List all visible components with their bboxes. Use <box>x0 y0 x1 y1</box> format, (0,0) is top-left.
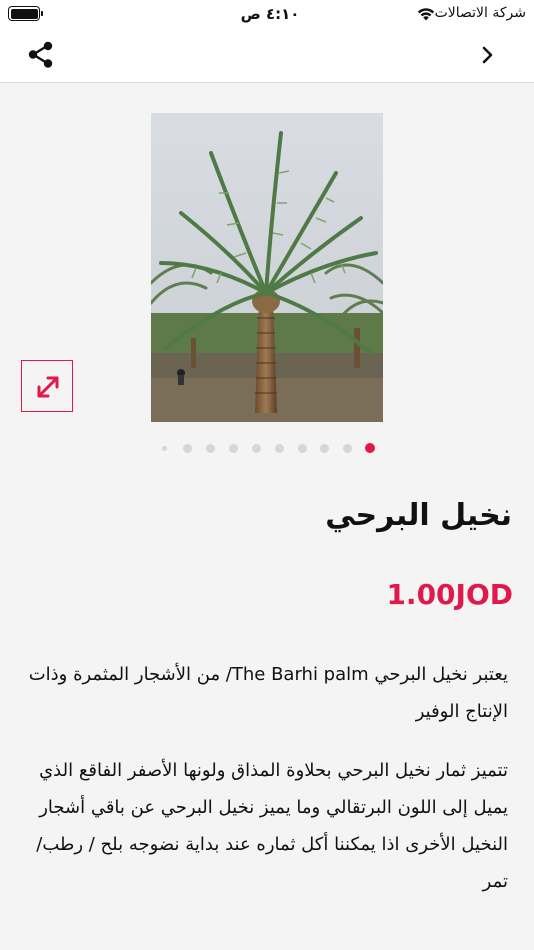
page-dot[interactable] <box>343 444 352 453</box>
status-time: ٤:١٠ ص <box>240 5 300 23</box>
expand-image-button[interactable] <box>21 360 73 412</box>
page-dot[interactable] <box>206 444 215 453</box>
chevron-right-icon[interactable] <box>478 43 498 67</box>
page-dot[interactable] <box>162 446 167 451</box>
status-bar: ٤:١٠ ص شركة الاتصالات <box>0 0 534 28</box>
page-dot[interactable] <box>252 444 261 453</box>
product-description-paragraph: يعتبر نخيل البرحي The Barhi palm/ من الأ… <box>28 664 508 722</box>
product-title: نخيل البرحي <box>325 498 512 533</box>
carrier-name: شركة الاتصالات <box>434 5 526 21</box>
page-dot[interactable] <box>229 444 238 453</box>
expand-icon <box>37 376 59 398</box>
wifi-icon <box>417 8 435 21</box>
page-dot[interactable] <box>298 444 307 453</box>
battery-icon <box>8 6 43 21</box>
product-price: 1.00JOD <box>386 578 513 611</box>
share-icon[interactable] <box>26 40 56 70</box>
gallery-pagination[interactable] <box>0 440 534 456</box>
product-image[interactable] <box>151 113 383 422</box>
page-dot[interactable] <box>183 444 192 453</box>
product-description-paragraph: تتميز ثمار نخيل البرحي بحلاوة المذاق ولو… <box>36 760 508 892</box>
navigation-bar <box>0 28 534 83</box>
page-dot[interactable] <box>275 444 284 453</box>
page-dot-active[interactable] <box>365 443 375 453</box>
palm-tree-photo <box>151 113 383 422</box>
page-dot[interactable] <box>320 444 329 453</box>
